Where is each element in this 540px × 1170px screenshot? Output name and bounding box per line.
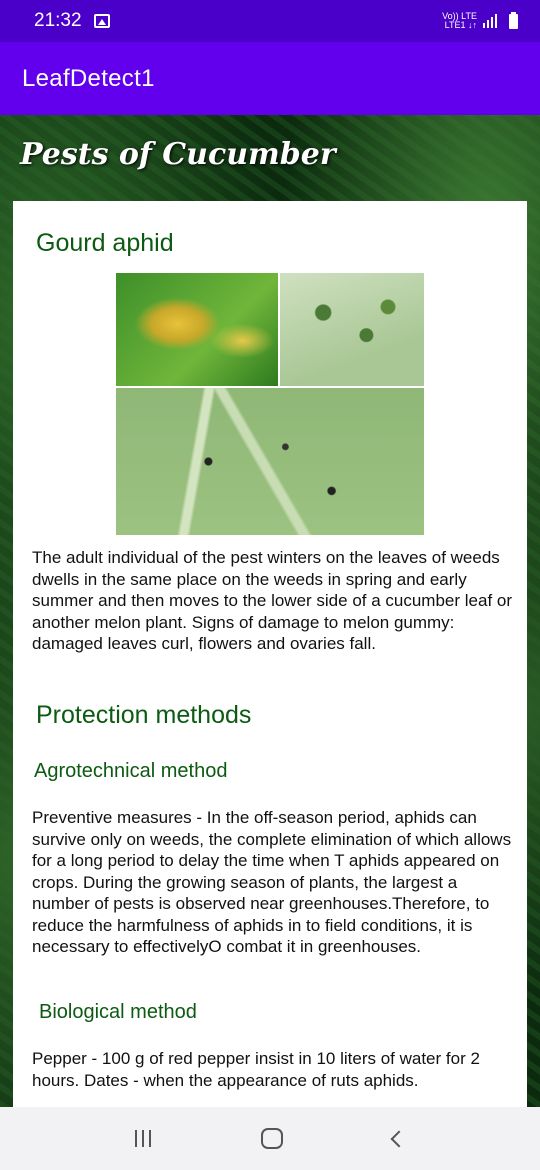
pest-card: Gourd aphid The adult individual of the … bbox=[13, 201, 527, 1107]
protection-heading: Protection methods bbox=[36, 701, 252, 729]
pest-description: The adult individual of the pest winters… bbox=[32, 548, 513, 653]
agrotechnical-heading: Agrotechnical method bbox=[34, 760, 228, 782]
pest-photo-colony bbox=[280, 273, 424, 386]
recent-apps-icon[interactable] bbox=[135, 1130, 151, 1147]
status-indicators: Vo)) LTE LTE1 ↓↑ bbox=[442, 11, 518, 30]
network-indicator: Vo)) LTE LTE1 ↓↑ bbox=[442, 12, 477, 30]
signal-icon bbox=[483, 14, 497, 28]
pest-name: Gourd aphid bbox=[36, 229, 174, 257]
pest-photo-closeup bbox=[116, 273, 278, 386]
network-label-bottom: LTE1 ↓↑ bbox=[444, 20, 477, 30]
battery-icon bbox=[509, 11, 518, 29]
navigation-bar bbox=[0, 1107, 540, 1170]
status-bar: 21:32 Vo)) LTE LTE1 ↓↑ bbox=[0, 0, 540, 42]
biological-heading: Biological method bbox=[39, 1001, 197, 1023]
pest-image bbox=[116, 273, 424, 535]
back-icon[interactable] bbox=[390, 1130, 408, 1147]
app-bar: LeafDetect1 bbox=[0, 42, 540, 115]
app-title: LeafDetect1 bbox=[22, 64, 155, 92]
gallery-notification-icon bbox=[93, 14, 110, 28]
agrotechnical-text: Preventive measures - In the off-season … bbox=[32, 808, 512, 956]
status-time: 21:32 bbox=[34, 10, 82, 31]
biological-text: Pepper - 100 g of red pepper insist in 1… bbox=[32, 1049, 480, 1090]
home-icon[interactable] bbox=[261, 1128, 283, 1149]
scroll-content[interactable]: Pests of Cucumber Gourd aphid The adult … bbox=[0, 115, 540, 1107]
page-title: Pests of Cucumber bbox=[20, 137, 336, 172]
pest-photo-leaf bbox=[116, 388, 424, 535]
